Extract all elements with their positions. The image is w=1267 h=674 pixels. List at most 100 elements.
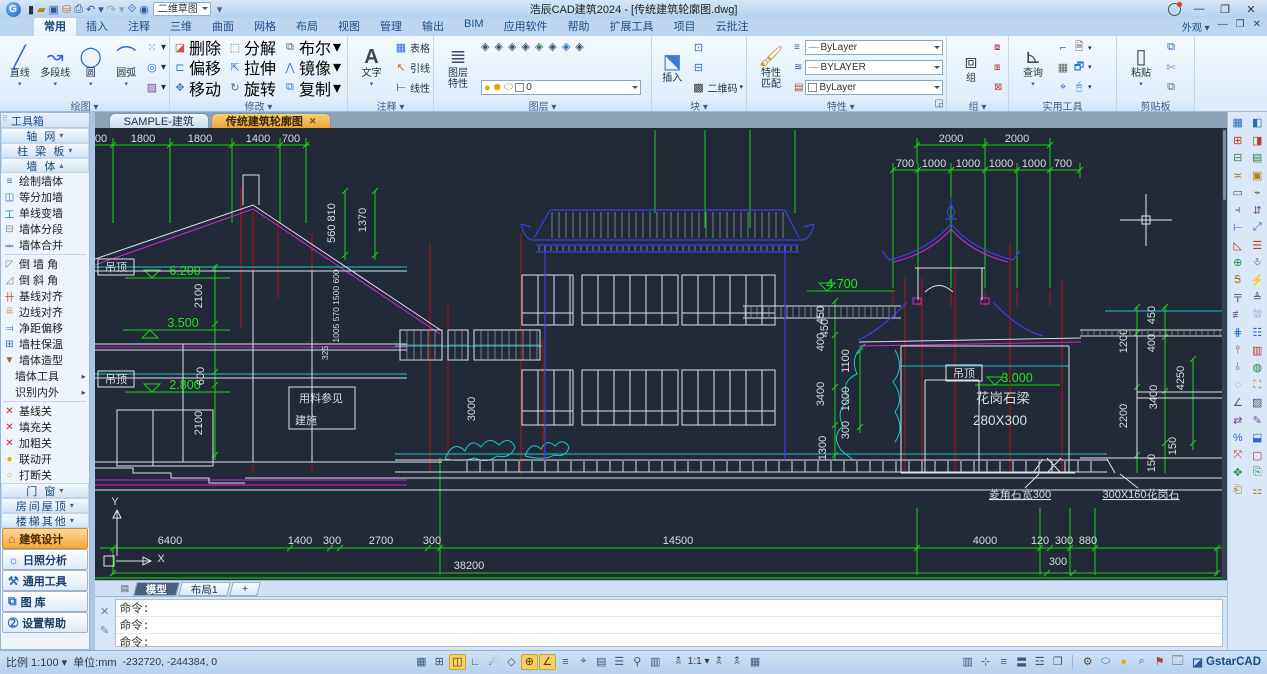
toolbox-item[interactable]: ✕填充关: [1, 419, 89, 435]
perf-icon[interactable]: ❐: [1049, 654, 1066, 670]
layer-lock-icon[interactable]: ◈: [521, 40, 529, 53]
layer-restore-icon[interactable]: ◈: [562, 40, 570, 53]
ribbon-tab-三维[interactable]: 三维: [160, 17, 202, 36]
toolbox-item[interactable]: ⫤净距偏移: [1, 320, 89, 336]
toolbox-group[interactable]: 楼梯其他▾: [1, 513, 89, 528]
toolbox-item[interactable]: 卄基线对齐: [1, 288, 89, 304]
annotation-scale-value[interactable]: 1:1 ▾: [688, 656, 710, 667]
cad-tool-icon[interactable]: ≜: [1249, 289, 1266, 307]
cad-tool-icon[interactable]: ⎘: [1249, 464, 1266, 482]
stretch-button[interactable]: ⇱拉伸: [228, 60, 279, 75]
flag-icon[interactable]: ⚑: [1151, 654, 1168, 670]
layout-list-icon[interactable]: ▤: [121, 583, 130, 594]
layer-merge-icon[interactable]: ◈: [575, 40, 583, 53]
qrcode-button[interactable]: ▩二维码▾: [691, 80, 743, 95]
color-list-icon[interactable]: ▤: [794, 80, 803, 95]
cad-tool-icon[interactable]: ▢: [1249, 447, 1266, 465]
ungroup-icon[interactable]: ⧇: [994, 40, 1002, 55]
cad-tool-icon[interactable]: ▣: [1249, 167, 1266, 185]
cad-tool-icon[interactable]: ⊢: [1229, 219, 1246, 237]
toolbox-item[interactable]: ✕加粗关: [1, 435, 89, 451]
properties-launcher-icon[interactable]: ◲: [935, 98, 944, 109]
group-edit-icon[interactable]: ⧆: [994, 60, 1002, 75]
toolbox-item[interactable]: 工单线变墙: [1, 205, 89, 221]
tab-layout1[interactable]: 布局1: [178, 582, 230, 596]
cad-tool-icon[interactable]: ⋕: [1229, 324, 1246, 342]
toolbox-item[interactable]: ᆂ墙体合并: [1, 237, 89, 253]
annotation-filter-icon[interactable]: 🕱: [729, 654, 746, 670]
match-properties-button[interactable]: 🖌特性匹配: [750, 38, 792, 97]
cad-tool-icon[interactable]: ⚡: [1249, 272, 1266, 290]
ribbon-tab-BIM[interactable]: BIM: [454, 17, 494, 36]
copy-button[interactable]: ⧉复制 ▾: [283, 80, 344, 95]
toolbox-mode-active[interactable]: ⌂建筑设计: [2, 528, 88, 549]
command-edit-icon[interactable]: ✎: [100, 624, 109, 637]
command-prompt-line[interactable]: 命令:: [116, 617, 1222, 634]
table-button[interactable]: ▦表格: [394, 40, 430, 55]
mirror-button[interactable]: ⋀镜像 ▾: [283, 60, 344, 75]
ribbon-restore-icon[interactable]: ❐: [1236, 19, 1245, 34]
toolbox-group[interactable]: 轴 网▾: [1, 128, 89, 143]
cad-tool-icon[interactable]: ▥: [1249, 342, 1266, 360]
cad-tool-icon[interactable]: ⚏: [1249, 482, 1266, 500]
block-attr-button[interactable]: ⊟: [691, 60, 743, 75]
cad-tool-icon[interactable]: ⊞: [1229, 132, 1246, 150]
layer-sun-icon[interactable]: ✹: [493, 81, 502, 94]
display-icon[interactable]: 🗔: [1169, 654, 1186, 670]
cut-clip-button[interactable]: ✄: [1164, 60, 1178, 75]
save-as-icon[interactable]: ⛁: [62, 3, 71, 16]
layer-states-icon[interactable]: ⟐: [128, 3, 137, 16]
toolbox-group[interactable]: 房间屋顶▾: [1, 498, 89, 513]
cad-tool-icon[interactable]: ⇄: [1229, 412, 1246, 430]
toolbox-item[interactable]: ✕基线关: [1, 403, 89, 419]
toolbox-item[interactable]: ○打断关: [1, 467, 89, 483]
ribbon-tab-视图[interactable]: 视图: [328, 17, 370, 36]
hardware-icon[interactable]: ≡: [995, 654, 1012, 670]
tab-model[interactable]: 模型: [133, 582, 179, 596]
lock-icon[interactable]: ⬭: [1097, 654, 1114, 670]
snap-mode-icon[interactable]: ◫: [449, 654, 466, 670]
close-button[interactable]: ✕: [1243, 3, 1259, 16]
ribbon-tab-曲面[interactable]: 曲面: [202, 17, 244, 36]
toolbox-item[interactable]: ≞边线对齐: [1, 304, 89, 320]
appearance-menu[interactable]: 外观 ▾: [1182, 19, 1210, 34]
fit-icon[interactable]: ⊹: [977, 654, 994, 670]
gear-icon[interactable]: ⚙: [1079, 654, 1096, 670]
comment-icon[interactable]: ◉: [139, 3, 149, 16]
toolbox-item[interactable]: ◿倒 斜 角: [1, 272, 89, 288]
cad-tool-icon[interactable]: ▭: [1229, 184, 1246, 202]
cad-tool-icon[interactable]: ⬓: [1249, 429, 1266, 447]
cad-tool-icon[interactable]: ▤: [1249, 149, 1266, 167]
list-icon[interactable]: 🗎: [1072, 38, 1086, 57]
leader-button[interactable]: ↖引线: [394, 60, 430, 75]
toolbox-title[interactable]: 工具箱: [1, 113, 89, 128]
ortho-icon[interactable]: ∟: [467, 654, 484, 670]
layer-freeze-icon[interactable]: ◈: [508, 40, 516, 53]
cad-tool-icon[interactable]: ▦: [1229, 114, 1246, 132]
toolbox-item[interactable]: 识别内外▸: [1, 384, 89, 400]
ribbon-tab-注释[interactable]: 注释: [118, 17, 160, 36]
canvas-vertical-scrollbar[interactable]: [1222, 128, 1227, 580]
cad-tool-icon[interactable]: ⇵: [1249, 202, 1266, 220]
snap-grid-icon[interactable]: ▦: [413, 654, 430, 670]
command-prompt-line[interactable]: 命令:: [116, 600, 1222, 617]
boolean-button[interactable]: ⧉布尔 ▾: [283, 40, 344, 55]
cad-tool-icon[interactable]: ✎: [1249, 412, 1266, 430]
donut-tools-button[interactable]: ◎▾: [145, 60, 166, 75]
layer-match-icon[interactable]: ◈: [535, 40, 543, 53]
cad-tool-icon[interactable]: ◍: [1249, 359, 1266, 377]
panel-label-clipboard[interactable]: 剪贴板: [1117, 98, 1194, 111]
quick-select-icon[interactable]: ⌖: [1056, 81, 1070, 94]
lineweight-icon[interactable]: ≡: [557, 654, 574, 670]
copy-clip-button[interactable]: ⧉: [1164, 40, 1178, 55]
cad-tool-icon[interactable]: ⤧: [1229, 447, 1246, 465]
toolbox-item[interactable]: ◫等分加墙: [1, 189, 89, 205]
circle-button[interactable]: ◯圆▾: [74, 38, 107, 97]
copy-base-button[interactable]: ⧉: [1164, 80, 1178, 95]
linear-dim-button[interactable]: ⊢线性: [394, 80, 430, 95]
toolbox-item[interactable]: ●联动开: [1, 451, 89, 467]
point-tools-button[interactable]: ⁙▾: [145, 40, 166, 55]
isometric-icon[interactable]: ◇: [503, 654, 520, 670]
cad-tool-icon[interactable]: 〒: [1229, 289, 1246, 307]
ribbon-tab-布局[interactable]: 布局: [286, 17, 328, 36]
